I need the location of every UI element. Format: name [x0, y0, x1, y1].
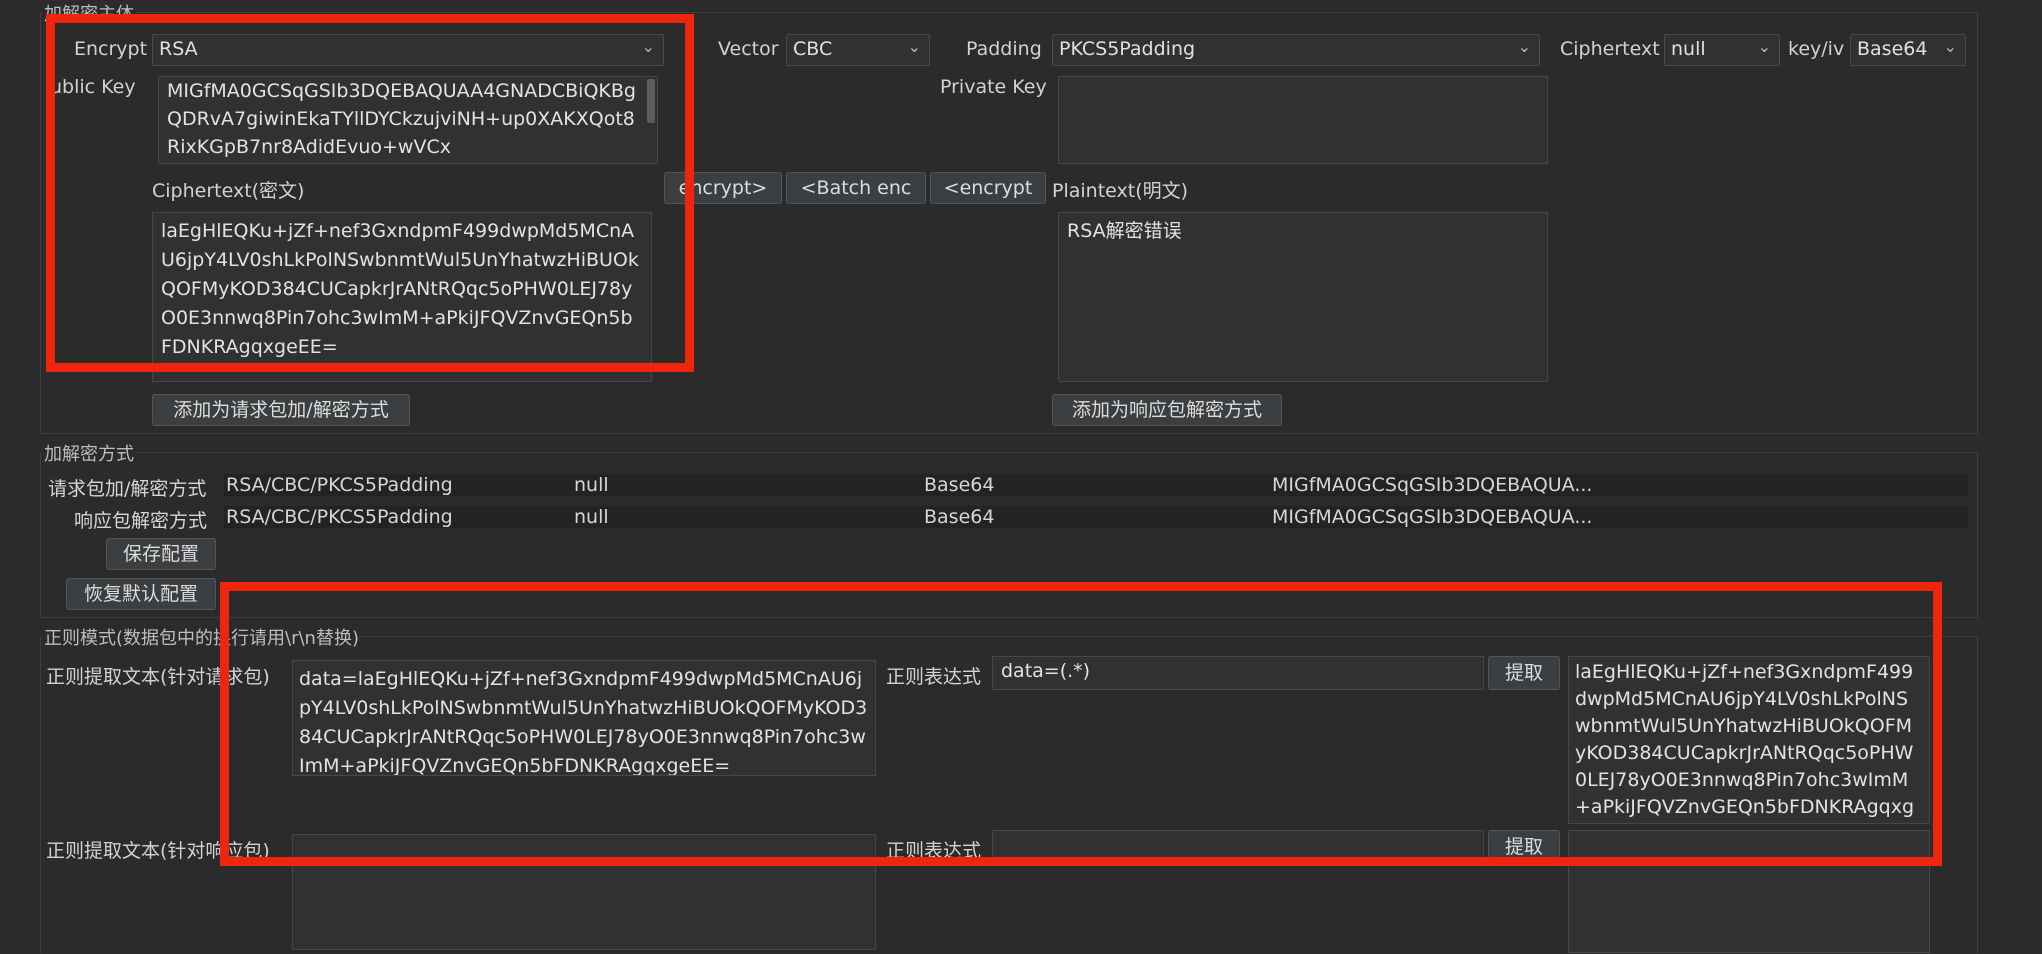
crypto-main-title: 加解密主体	[42, 0, 136, 26]
method-row-bg	[224, 474, 1968, 496]
public-key-label: ublic Key	[50, 76, 136, 98]
method-row-cipher: null	[574, 506, 609, 528]
regex-response-textarea[interactable]	[292, 834, 876, 950]
batch-enc-button[interactable]: <Batch enc	[786, 172, 926, 204]
method-row-response[interactable]: 响应包解密方式 RSA/CBC/PKCS5Padding null Base64…	[44, 506, 1968, 532]
vector-select[interactable]: CBC ⌄	[786, 34, 930, 66]
chevron-down-icon: ⌄	[1943, 37, 1957, 56]
regex-response-label: 正则提取文本(针对响应包)	[46, 840, 270, 862]
padding-select[interactable]: PKCS5Padding ⌄	[1052, 34, 1540, 66]
plaintext-textarea[interactable]: RSA解密错误	[1058, 212, 1548, 382]
chevron-down-icon: ⌄	[641, 37, 655, 56]
regex-response-extract-button[interactable]: 提取	[1488, 830, 1560, 864]
method-row-bg	[224, 506, 1968, 528]
encrypt-label: Encrypt	[74, 38, 148, 60]
encrypt-button[interactable]: encrypt>	[664, 172, 782, 204]
regex-response-expr-label: 正则表达式	[886, 840, 982, 862]
padding-label: Padding	[966, 38, 1042, 60]
method-row-encoding: Base64	[924, 506, 995, 528]
method-row-cipher: null	[574, 474, 609, 496]
private-key-label: Private Key	[940, 76, 1047, 98]
decrypt-button[interactable]: <encrypt	[930, 172, 1046, 204]
methods-title: 加解密方式	[42, 440, 136, 466]
method-row-encoding: Base64	[924, 474, 995, 496]
ciphertext-textarea[interactable]: laEgHlEQKu+jZf+nef3GxndpmF499dwpMd5MCnAU…	[152, 212, 652, 382]
regex-title: 正则模式(数据包中的换行请用\r\n替换)	[42, 624, 361, 650]
save-config-button[interactable]: 保存配置	[106, 538, 216, 570]
method-row-label: 请求包加/解密方式	[48, 478, 207, 500]
regex-expr-input[interactable]: data=(.*)	[992, 656, 1484, 690]
ciphertext-area-label: Ciphertext(密文)	[152, 180, 305, 202]
add-request-method-button[interactable]: 添加为请求包加/解密方式	[152, 394, 410, 426]
method-row-request[interactable]: 请求包加/解密方式 RSA/CBC/PKCS5Padding null Base…	[44, 474, 1968, 500]
public-key-text: MIGfMA0GCSqGSIb3DQEBAQUAA4GNADCBiQKBgQDR…	[167, 80, 636, 158]
add-response-method-button[interactable]: 添加为响应包解密方式	[1052, 394, 1282, 426]
chevron-down-icon: ⌄	[1757, 37, 1771, 56]
keyiv-select[interactable]: Base64 ⌄	[1850, 34, 1966, 66]
keyiv-label: key/iv	[1788, 38, 1845, 60]
vector-label: Vector	[718, 38, 779, 60]
regex-response-expr-input[interactable]	[992, 830, 1484, 864]
chevron-down-icon: ⌄	[907, 37, 921, 56]
regex-extract-button[interactable]: 提取	[1488, 656, 1560, 690]
method-row-algo: RSA/CBC/PKCS5Padding	[226, 506, 453, 528]
method-row-label: 响应包解密方式	[74, 510, 208, 532]
keyiv-select-value: Base64	[1857, 38, 1928, 60]
public-key-textarea[interactable]: MIGfMA0GCSqGSIb3DQEBAQUAA4GNADCBiQKBgQDR…	[158, 76, 658, 164]
chevron-down-icon: ⌄	[1517, 37, 1531, 56]
ciphertext-format-select[interactable]: null ⌄	[1664, 34, 1780, 66]
method-row-key: MIGfMA0GCSqGSIb3DQEBAQUA...	[1272, 506, 1593, 528]
plaintext-text: RSA解密错误	[1067, 220, 1182, 242]
ciphertext-text: laEgHlEQKu+jZf+nef3GxndpmF499dwpMd5MCnAU…	[161, 220, 639, 358]
regex-result-text: laEgHlEQKu+jZf+nef3GxndpmF499dwpMd5MCnAU…	[1575, 661, 1915, 818]
regex-request-label: 正则提取文本(针对请求包)	[46, 666, 270, 688]
public-key-scrollbar[interactable]	[647, 79, 655, 123]
padding-select-value: PKCS5Padding	[1059, 38, 1196, 60]
private-key-textarea[interactable]	[1058, 76, 1548, 164]
ciphertext-format-value: null	[1671, 38, 1706, 60]
vector-select-value: CBC	[793, 38, 833, 60]
regex-request-textarea[interactable]: data=laEgHlEQKu+jZf+nef3GxndpmF499dwpMd5…	[292, 660, 876, 776]
regex-expr-label: 正则表达式	[886, 666, 982, 688]
regex-request-text: data=laEgHlEQKu+jZf+nef3GxndpmF499dwpMd5…	[299, 668, 868, 776]
regex-result-textarea[interactable]: laEgHlEQKu+jZf+nef3GxndpmF499dwpMd5MCnAU…	[1568, 656, 1930, 824]
regex-response-result-textarea[interactable]	[1568, 830, 1930, 953]
ciphertext-format-label: Ciphertext	[1560, 38, 1660, 60]
method-row-algo: RSA/CBC/PKCS5Padding	[226, 474, 453, 496]
restore-default-button[interactable]: 恢复默认配置	[66, 578, 216, 610]
encrypt-select-value: RSA	[159, 38, 198, 60]
encrypt-select[interactable]: RSA ⌄	[152, 34, 664, 66]
method-row-key: MIGfMA0GCSqGSIb3DQEBAQUA...	[1272, 474, 1593, 496]
plaintext-area-label: Plaintext(明文)	[1052, 180, 1189, 202]
